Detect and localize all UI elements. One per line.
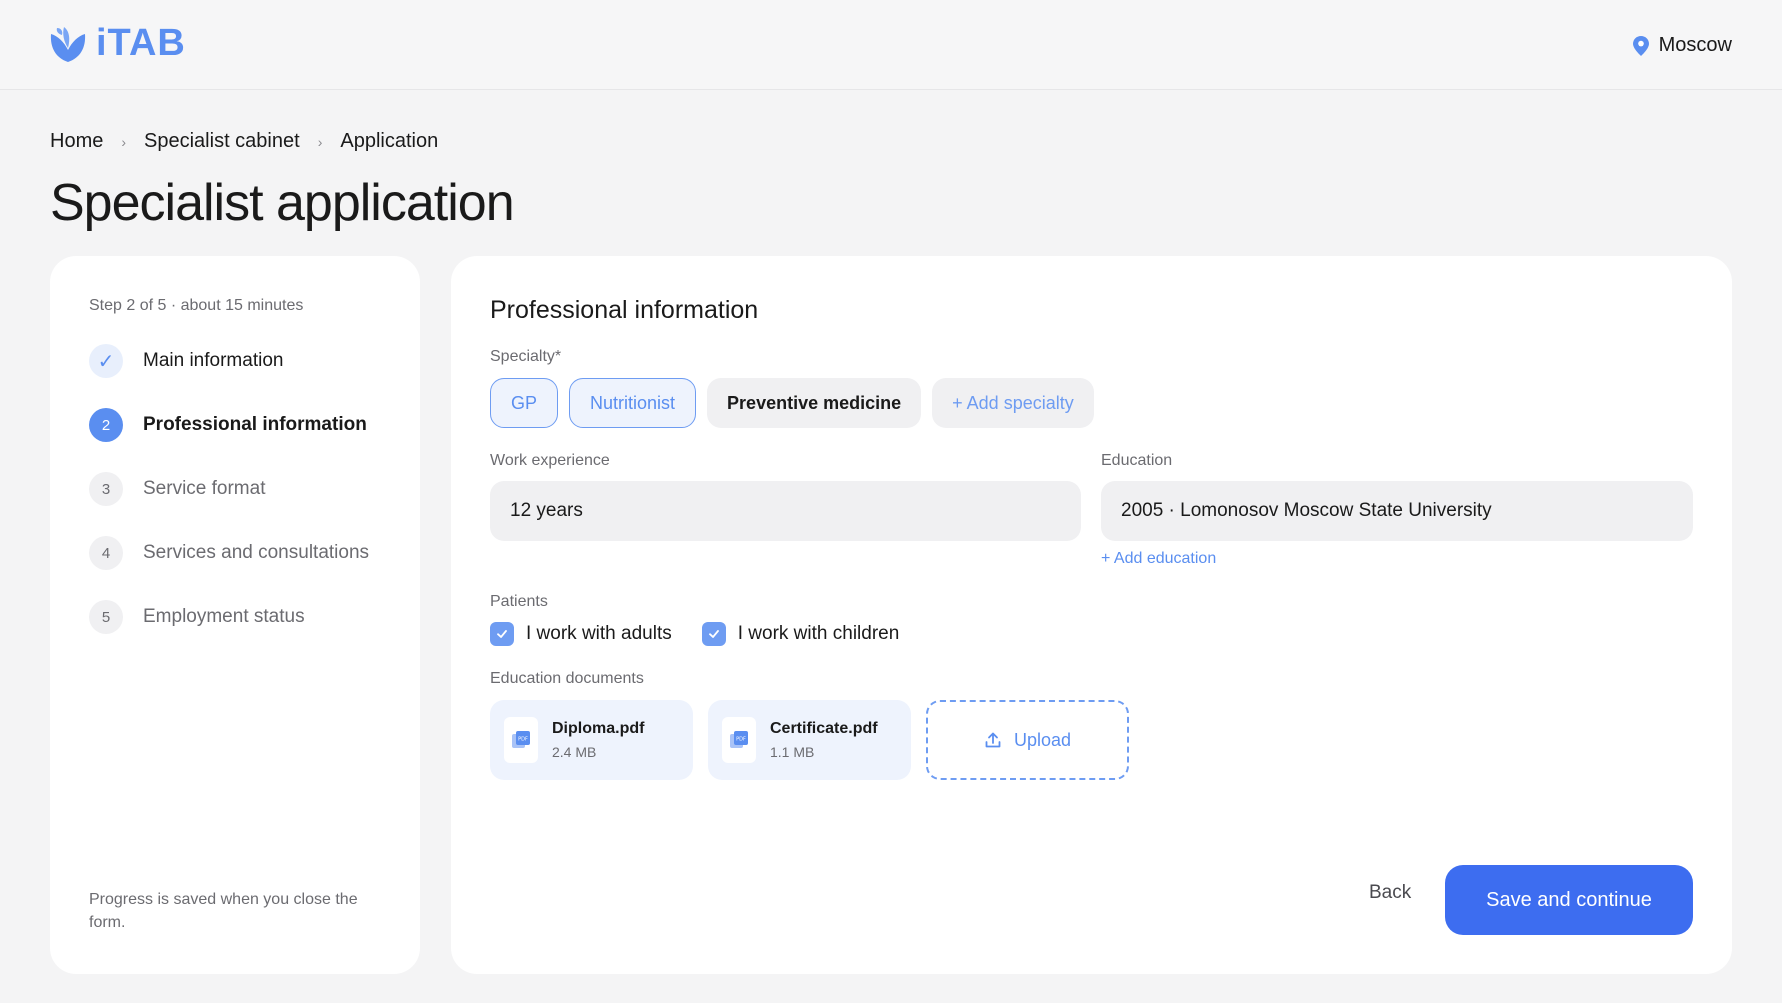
breadcrumb: Home › Specialist cabinet › Application — [50, 130, 438, 153]
city-label: Moscow — [1658, 34, 1732, 56]
step-number: 3 — [89, 472, 123, 506]
chip-nutritionist[interactable]: Nutritionist — [569, 378, 697, 428]
form-panel: Professional information Specialty* GP N… — [451, 256, 1732, 974]
document-name: Diploma.pdf — [552, 720, 645, 737]
upload-icon — [985, 732, 1001, 748]
back-button[interactable]: Back — [1369, 882, 1411, 904]
upload-label: Upload — [1013, 729, 1072, 750]
chevron-right-icon: › — [121, 133, 127, 150]
document-card-certificate[interactable]: PDF Certificate.pdf 1.1 MB — [708, 700, 911, 780]
steps-panel: Step 2 of 5 · about 15 minutes ✓ Main in… — [50, 256, 420, 974]
chevron-right-icon: › — [317, 133, 323, 150]
svg-text:PDF: PDF — [518, 737, 528, 743]
specialty-label: Specialty* — [490, 348, 562, 365]
breadcrumb-specialist-cabinet[interactable]: Specialist cabinet — [144, 130, 300, 153]
chip-gp[interactable]: GP — [490, 378, 559, 428]
documents-label: Education documents — [490, 670, 644, 687]
breadcrumb-application: Application — [340, 130, 439, 152]
step-number: 4 — [89, 536, 123, 570]
logo[interactable]: iTAB — [48, 22, 186, 65]
top-header: iTAB Moscow — [0, 0, 1782, 90]
education-label: Education — [1101, 452, 1173, 469]
breadcrumb-home[interactable]: Home — [50, 130, 103, 153]
specialty-chips: GP Nutritionist Preventive medicine + Ad… — [490, 378, 1094, 428]
experience-label: Work experience — [490, 452, 610, 469]
step-employment-status[interactable]: 5 Employment status — [89, 600, 305, 634]
add-education-link[interactable]: + Add education — [1101, 550, 1216, 568]
pdf-file-icon: PDF — [722, 717, 756, 763]
checkbox-checked-icon[interactable] — [701, 622, 726, 646]
document-card-diploma[interactable]: PDF Diploma.pdf 2.4 MB — [490, 700, 693, 780]
checkbox-adults[interactable]: I work with adults — [490, 622, 672, 646]
location-pin-icon — [1632, 35, 1649, 56]
step-label: Service format — [143, 478, 266, 499]
patients-checkboxes: I work with adults I work with children — [490, 622, 899, 646]
documents-list: PDF Diploma.pdf 2.4 MB PDF Certificate.p… — [490, 700, 1129, 780]
step-label: Employment status — [143, 606, 305, 627]
experience-field[interactable]: 12 years — [490, 481, 1081, 541]
step-label: Main information — [143, 350, 284, 371]
step-label: Services and consultations — [143, 542, 370, 563]
step-services-and-consultations[interactable]: 4 Services and consultations — [89, 536, 369, 570]
patients-label: Patients — [490, 593, 548, 610]
document-size: 1.1 MB — [770, 744, 815, 760]
step-professional-information[interactable]: 2 Professional information — [89, 408, 367, 442]
step-main-information[interactable]: ✓ Main information — [89, 344, 283, 378]
page-title: Specialist application — [50, 174, 515, 232]
checkbox-label: I work with adults — [526, 623, 672, 644]
pdf-file-icon: PDF — [504, 717, 538, 763]
section-title: Professional information — [490, 296, 759, 324]
svg-text:PDF: PDF — [736, 737, 746, 743]
checkbox-checked-icon[interactable] — [490, 622, 514, 646]
step-progress-text: Step 2 of 5 · about 15 minutes — [89, 297, 304, 314]
step-label: Professional information — [143, 414, 367, 435]
check-icon: ✓ — [89, 344, 123, 378]
step-service-format[interactable]: 3 Service format — [89, 472, 265, 506]
logo-text: iTAB — [96, 22, 186, 64]
document-size: 2.4 MB — [552, 744, 597, 760]
logo-icon — [50, 26, 86, 62]
checkbox-label: I work with children — [737, 623, 900, 644]
document-name: Certificate.pdf — [770, 720, 878, 737]
city-selector[interactable]: Moscow — [1632, 34, 1732, 57]
add-specialty-button[interactable]: + Add specialty — [932, 378, 1094, 428]
education-field[interactable]: 2005 · Lomonosov Moscow State University — [1101, 481, 1693, 541]
autosave-note: Progress is saved when you close the for… — [89, 891, 358, 931]
step-number: 2 — [89, 408, 123, 442]
step-number: 5 — [89, 600, 123, 634]
upload-button[interactable]: Upload — [926, 700, 1129, 780]
save-and-continue-button[interactable]: Save and continue — [1445, 865, 1693, 935]
checkbox-children[interactable]: I work with children — [701, 622, 900, 646]
chip-preventive-medicine[interactable]: Preventive medicine — [707, 378, 922, 428]
